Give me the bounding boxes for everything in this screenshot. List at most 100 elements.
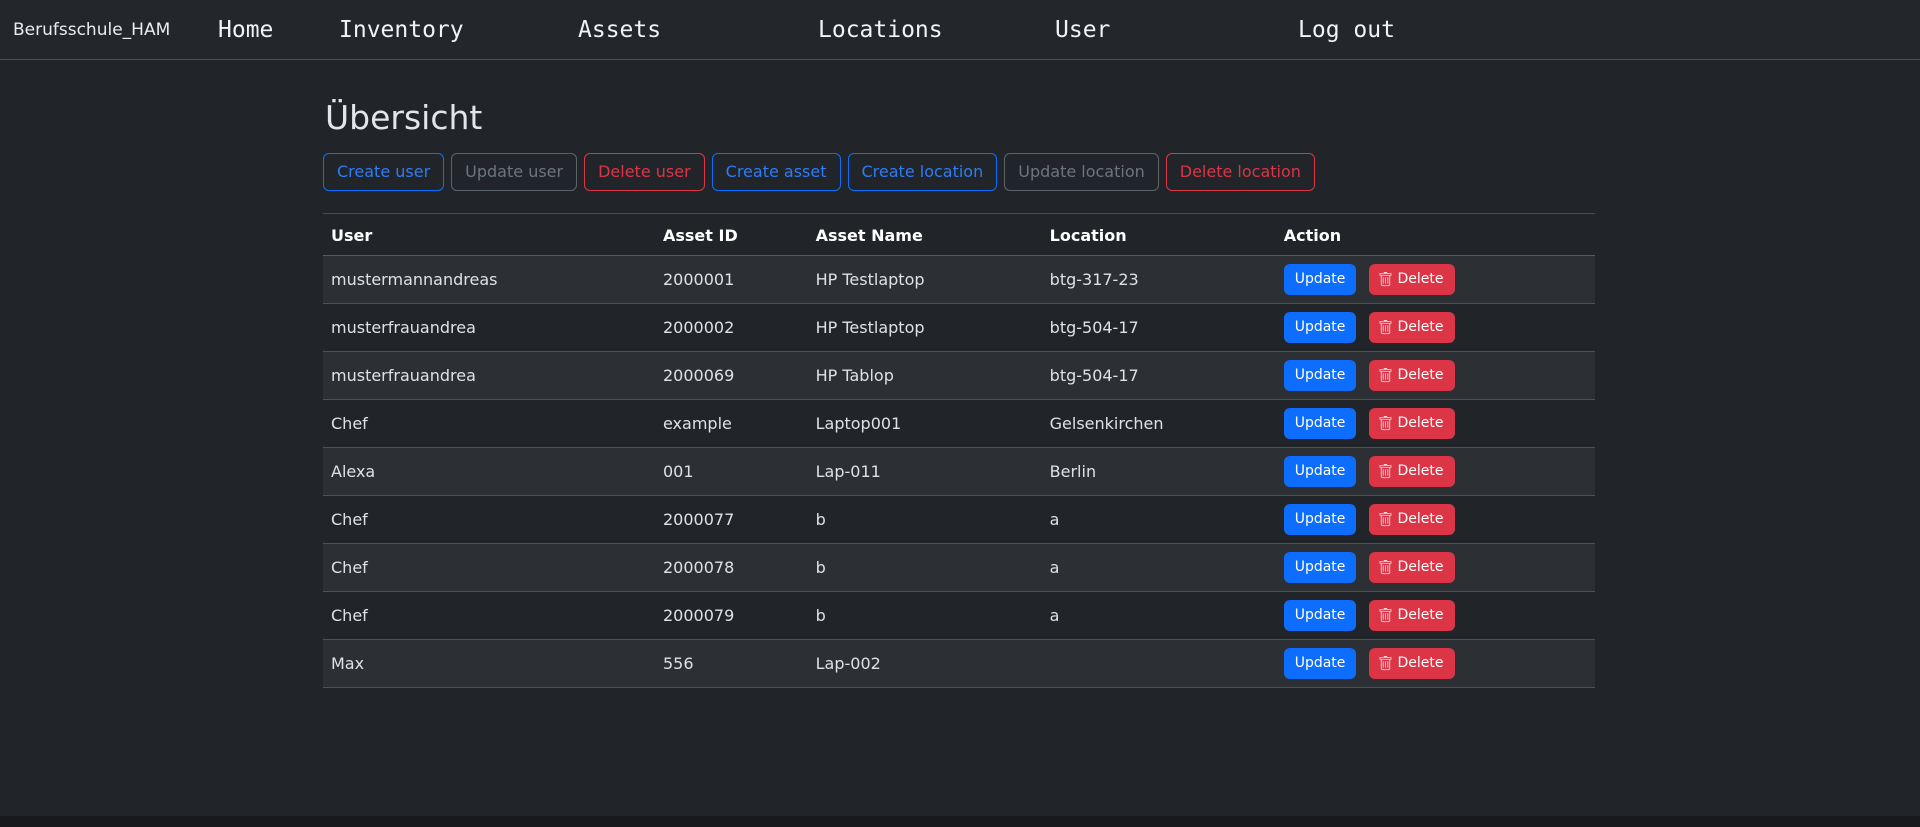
table-row: musterfrauandrea 2000002 HP Testlaptop b…	[323, 304, 1595, 352]
create-location-button[interactable]: Create location	[848, 153, 998, 191]
cell-action: Update Delete	[1276, 400, 1595, 448]
row-delete-label: Delete	[1398, 654, 1444, 674]
delete-user-button[interactable]: Delete user	[584, 153, 705, 191]
trash-icon	[1378, 368, 1393, 383]
cell-location	[1042, 640, 1276, 688]
row-delete-label: Delete	[1398, 606, 1444, 626]
cell-user: Chef	[323, 592, 655, 640]
create-user-button[interactable]: Create user	[323, 153, 444, 191]
cell-user: mustermannandreas	[323, 256, 655, 304]
create-asset-button[interactable]: Create asset	[712, 153, 841, 191]
row-update-button[interactable]: Update	[1284, 408, 1357, 439]
cell-user: Chef	[323, 400, 655, 448]
cell-location: Berlin	[1042, 448, 1276, 496]
update-user-button[interactable]: Update user	[451, 153, 577, 191]
row-update-button[interactable]: Update	[1284, 456, 1357, 487]
trash-icon	[1378, 320, 1393, 335]
assets-table: User Asset ID Asset Name Location Action…	[323, 213, 1595, 688]
cell-asset-id: 001	[655, 448, 808, 496]
row-delete-label: Delete	[1398, 414, 1444, 434]
table-row: Chef 2000078 b a Update Delete	[323, 544, 1595, 592]
cell-asset-name: HP Testlaptop	[808, 304, 1042, 352]
table-row: Chef example Laptop001 Gelsenkirchen Upd…	[323, 400, 1595, 448]
trash-icon	[1378, 272, 1393, 287]
row-delete-button[interactable]: Delete	[1369, 360, 1455, 391]
header-row: User Asset ID Asset Name Location Action	[323, 214, 1595, 256]
row-update-button[interactable]: Update	[1284, 360, 1357, 391]
table-row: Chef 2000077 b a Update Delete	[323, 496, 1595, 544]
cell-asset-name: b	[808, 544, 1042, 592]
row-update-button[interactable]: Update	[1284, 552, 1357, 583]
table-row: musterfrauandrea 2000069 HP Tablop btg-5…	[323, 352, 1595, 400]
update-location-button[interactable]: Update location	[1004, 153, 1159, 191]
cell-user: musterfrauandrea	[323, 352, 655, 400]
navbar: Berufsschule_HAM Home Inventory Assets L…	[0, 0, 1920, 60]
row-delete-button[interactable]: Delete	[1369, 264, 1455, 295]
row-delete-label: Delete	[1398, 318, 1444, 338]
row-delete-button[interactable]: Delete	[1369, 648, 1455, 679]
cell-location: btg-504-17	[1042, 352, 1276, 400]
cell-asset-id: 2000078	[655, 544, 808, 592]
row-update-button[interactable]: Update	[1284, 648, 1357, 679]
row-delete-label: Delete	[1398, 366, 1444, 386]
main-content: Übersicht Create user Update user Delete…	[323, 98, 1595, 688]
cell-asset-name: HP Tablop	[808, 352, 1042, 400]
cell-user: Chef	[323, 544, 655, 592]
nav-item-locations[interactable]: Locations	[818, 17, 943, 43]
cell-action: Update Delete	[1276, 496, 1595, 544]
cell-action: Update Delete	[1276, 448, 1595, 496]
cell-location: btg-317-23	[1042, 256, 1276, 304]
assets-table-body: mustermannandreas 2000001 HP Testlaptop …	[323, 256, 1595, 688]
cell-action: Update Delete	[1276, 256, 1595, 304]
cell-location: btg-504-17	[1042, 304, 1276, 352]
row-delete-button[interactable]: Delete	[1369, 600, 1455, 631]
row-update-button[interactable]: Update	[1284, 312, 1357, 343]
navbar-brand[interactable]: Berufsschule_HAM	[13, 20, 170, 40]
table-row: mustermannandreas 2000001 HP Testlaptop …	[323, 256, 1595, 304]
cell-asset-id: 2000001	[655, 256, 808, 304]
row-delete-label: Delete	[1398, 270, 1444, 290]
cell-asset-id: 2000079	[655, 592, 808, 640]
cell-location: a	[1042, 496, 1276, 544]
trash-icon	[1378, 608, 1393, 623]
cell-location: a	[1042, 592, 1276, 640]
row-delete-button[interactable]: Delete	[1369, 312, 1455, 343]
cell-user: Max	[323, 640, 655, 688]
cell-asset-id: 556	[655, 640, 808, 688]
trash-icon	[1378, 416, 1393, 431]
row-delete-button[interactable]: Delete	[1369, 552, 1455, 583]
cell-asset-id: example	[655, 400, 808, 448]
page-title: Übersicht	[325, 98, 1595, 137]
nav-item-assets[interactable]: Assets	[578, 17, 661, 43]
cell-asset-id: 2000002	[655, 304, 808, 352]
nav-item-inventory[interactable]: Inventory	[339, 17, 464, 43]
row-delete-label: Delete	[1398, 558, 1444, 578]
table-row: Max 556 Lap-002 Update Delete	[323, 640, 1595, 688]
nav-item-home[interactable]: Home	[218, 17, 273, 43]
cell-user: Alexa	[323, 448, 655, 496]
column-header-user: User	[323, 214, 655, 256]
cell-location: a	[1042, 544, 1276, 592]
column-header-location: Location	[1042, 214, 1276, 256]
row-delete-button[interactable]: Delete	[1369, 408, 1455, 439]
table-row: Chef 2000079 b a Update Delete	[323, 592, 1595, 640]
nav-item-logout[interactable]: Log out	[1298, 17, 1395, 43]
trash-icon	[1378, 656, 1393, 671]
row-update-button[interactable]: Update	[1284, 504, 1357, 535]
cell-asset-name: b	[808, 496, 1042, 544]
trash-icon	[1378, 560, 1393, 575]
trash-icon	[1378, 464, 1393, 479]
footer-bar	[0, 816, 1920, 827]
cell-action: Update Delete	[1276, 352, 1595, 400]
assets-table-head: User Asset ID Asset Name Location Action	[323, 214, 1595, 256]
row-update-button[interactable]: Update	[1284, 600, 1357, 631]
delete-location-button[interactable]: Delete location	[1166, 153, 1315, 191]
row-delete-button[interactable]: Delete	[1369, 504, 1455, 535]
row-delete-button[interactable]: Delete	[1369, 456, 1455, 487]
row-update-button[interactable]: Update	[1284, 264, 1357, 295]
column-header-action: Action	[1276, 214, 1595, 256]
nav-item-user[interactable]: User	[1055, 17, 1110, 43]
cell-asset-id: 2000077	[655, 496, 808, 544]
cell-location: Gelsenkirchen	[1042, 400, 1276, 448]
row-delete-label: Delete	[1398, 462, 1444, 482]
